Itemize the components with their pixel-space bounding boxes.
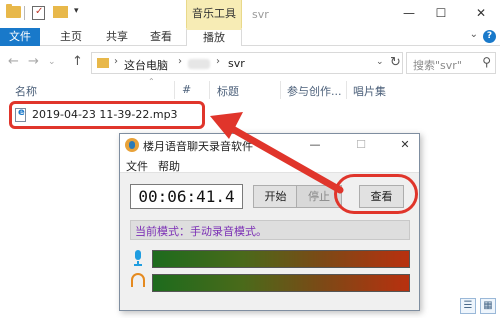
tab-share[interactable]: 共享 (106, 28, 128, 46)
menu-help[interactable]: 帮助 (158, 158, 180, 174)
view-button-highlight (334, 174, 418, 214)
column-header-name[interactable]: 名称 (15, 83, 37, 99)
maximize-button[interactable]: ☐ (426, 2, 456, 24)
speaker-level-fill (153, 275, 409, 291)
folder-icon (97, 58, 109, 68)
address-bar[interactable]: › 这台电脑 › 文档 › svr ⌄ ↻ (91, 52, 403, 74)
contextual-tab-music-tools: 音乐工具 (186, 0, 242, 28)
tab-home[interactable]: 主页 (60, 28, 82, 46)
speaker-level-meter (152, 274, 410, 292)
mode-status-text: 当前模式：手动录音模式。 (135, 225, 267, 238)
breadcrumb-svr[interactable]: svr (228, 57, 245, 70)
sort-arrow-icon: ⌃ (148, 77, 155, 86)
microphone-level-meter (152, 250, 410, 268)
details-view-icon[interactable]: ☰ (460, 298, 476, 314)
column-header-title[interactable]: 标题 (217, 83, 239, 99)
minimize-button[interactable]: — (394, 2, 424, 24)
ribbon-tab-bar: 文件 主页 共享 查看 播放 ⌄ ? (0, 28, 500, 46)
recording-timer: 00:06:41.4 (130, 184, 243, 209)
file-highlight-box (9, 101, 205, 129)
search-input[interactable]: 搜索"svr" ⚲ (406, 52, 496, 74)
column-header-album[interactable]: 唱片集 (353, 83, 386, 99)
menu-file[interactable]: 文件 (126, 158, 148, 174)
recent-locations-icon[interactable]: ⌄ (48, 57, 56, 67)
start-button[interactable]: 开始 (253, 185, 298, 208)
tab-view[interactable]: 查看 (150, 28, 172, 46)
column-divider (209, 81, 210, 99)
column-header-number[interactable]: # (182, 83, 191, 96)
help-icon[interactable]: ? (483, 30, 496, 43)
breadcrumb-separator-icon[interactable]: › (114, 56, 118, 67)
microphone-icon (132, 250, 144, 266)
customize-quick-access-icon[interactable]: ▾ (74, 6, 79, 16)
recorder-maximize-button[interactable]: ☐ (348, 135, 374, 155)
breadcrumb-separator-icon[interactable]: › (216, 56, 220, 67)
mode-status-bar: 当前模式：手动录音模式。 (130, 220, 410, 240)
column-header-contributing-artists[interactable]: 参与创作... (287, 83, 342, 99)
up-arrow-icon[interactable]: ↑ (72, 54, 83, 69)
search-placeholder: 搜索"svr" (413, 59, 462, 72)
recorder-minimize-button[interactable]: — (302, 135, 328, 155)
address-dropdown-icon[interactable]: ⌄ (376, 57, 384, 67)
headphone-icon (131, 273, 145, 287)
breadcrumb-separator-icon[interactable]: › (178, 56, 182, 67)
recorder-window: 楼月语音聊天录音软件 — ☐ ✕ 文件 帮助 00:06:41.4 开始 停止 … (119, 133, 420, 311)
back-arrow-icon[interactable]: ← (8, 54, 19, 69)
recorder-title-bar: 楼月语音聊天录音软件 — ☐ ✕ (120, 134, 419, 156)
view-switcher: ☰ ▦ (460, 298, 498, 314)
close-button[interactable]: ✕ (466, 2, 496, 24)
recorder-menu-bar: 文件 帮助 (120, 156, 419, 173)
window-title: svr (252, 8, 269, 21)
refresh-icon[interactable]: ↻ (390, 55, 401, 70)
large-icons-view-icon[interactable]: ▦ (480, 298, 496, 314)
folder-icon (6, 4, 21, 18)
new-folder-icon[interactable] (53, 6, 68, 18)
search-icon: ⚲ (482, 55, 491, 69)
expand-ribbon-icon[interactable]: ⌄ (470, 29, 478, 40)
breadcrumb-documents[interactable]: 文档 (188, 59, 210, 69)
recorder-title: 楼月语音聊天录音软件 (143, 140, 253, 153)
separator (24, 6, 25, 20)
microphone-app-icon (125, 138, 139, 152)
breadcrumb-this-pc[interactable]: 这台电脑 (124, 57, 168, 73)
column-divider (346, 81, 347, 99)
tab-play[interactable]: 播放 (186, 28, 242, 46)
properties-icon[interactable] (32, 6, 45, 20)
recorder-close-button[interactable]: ✕ (392, 135, 418, 155)
column-divider (280, 81, 281, 99)
forward-arrow-icon[interactable]: → (28, 54, 39, 69)
explorer-title-bar: ▾ 音乐工具 svr — ☐ ✕ (0, 0, 500, 28)
tab-file[interactable]: 文件 (0, 28, 40, 46)
column-divider (174, 81, 175, 99)
microphone-level-fill (153, 251, 409, 267)
navigation-bar: ← → ⌄ ↑ › 这台电脑 › 文档 › svr ⌄ ↻ 搜索"svr" ⚲ (0, 47, 500, 79)
